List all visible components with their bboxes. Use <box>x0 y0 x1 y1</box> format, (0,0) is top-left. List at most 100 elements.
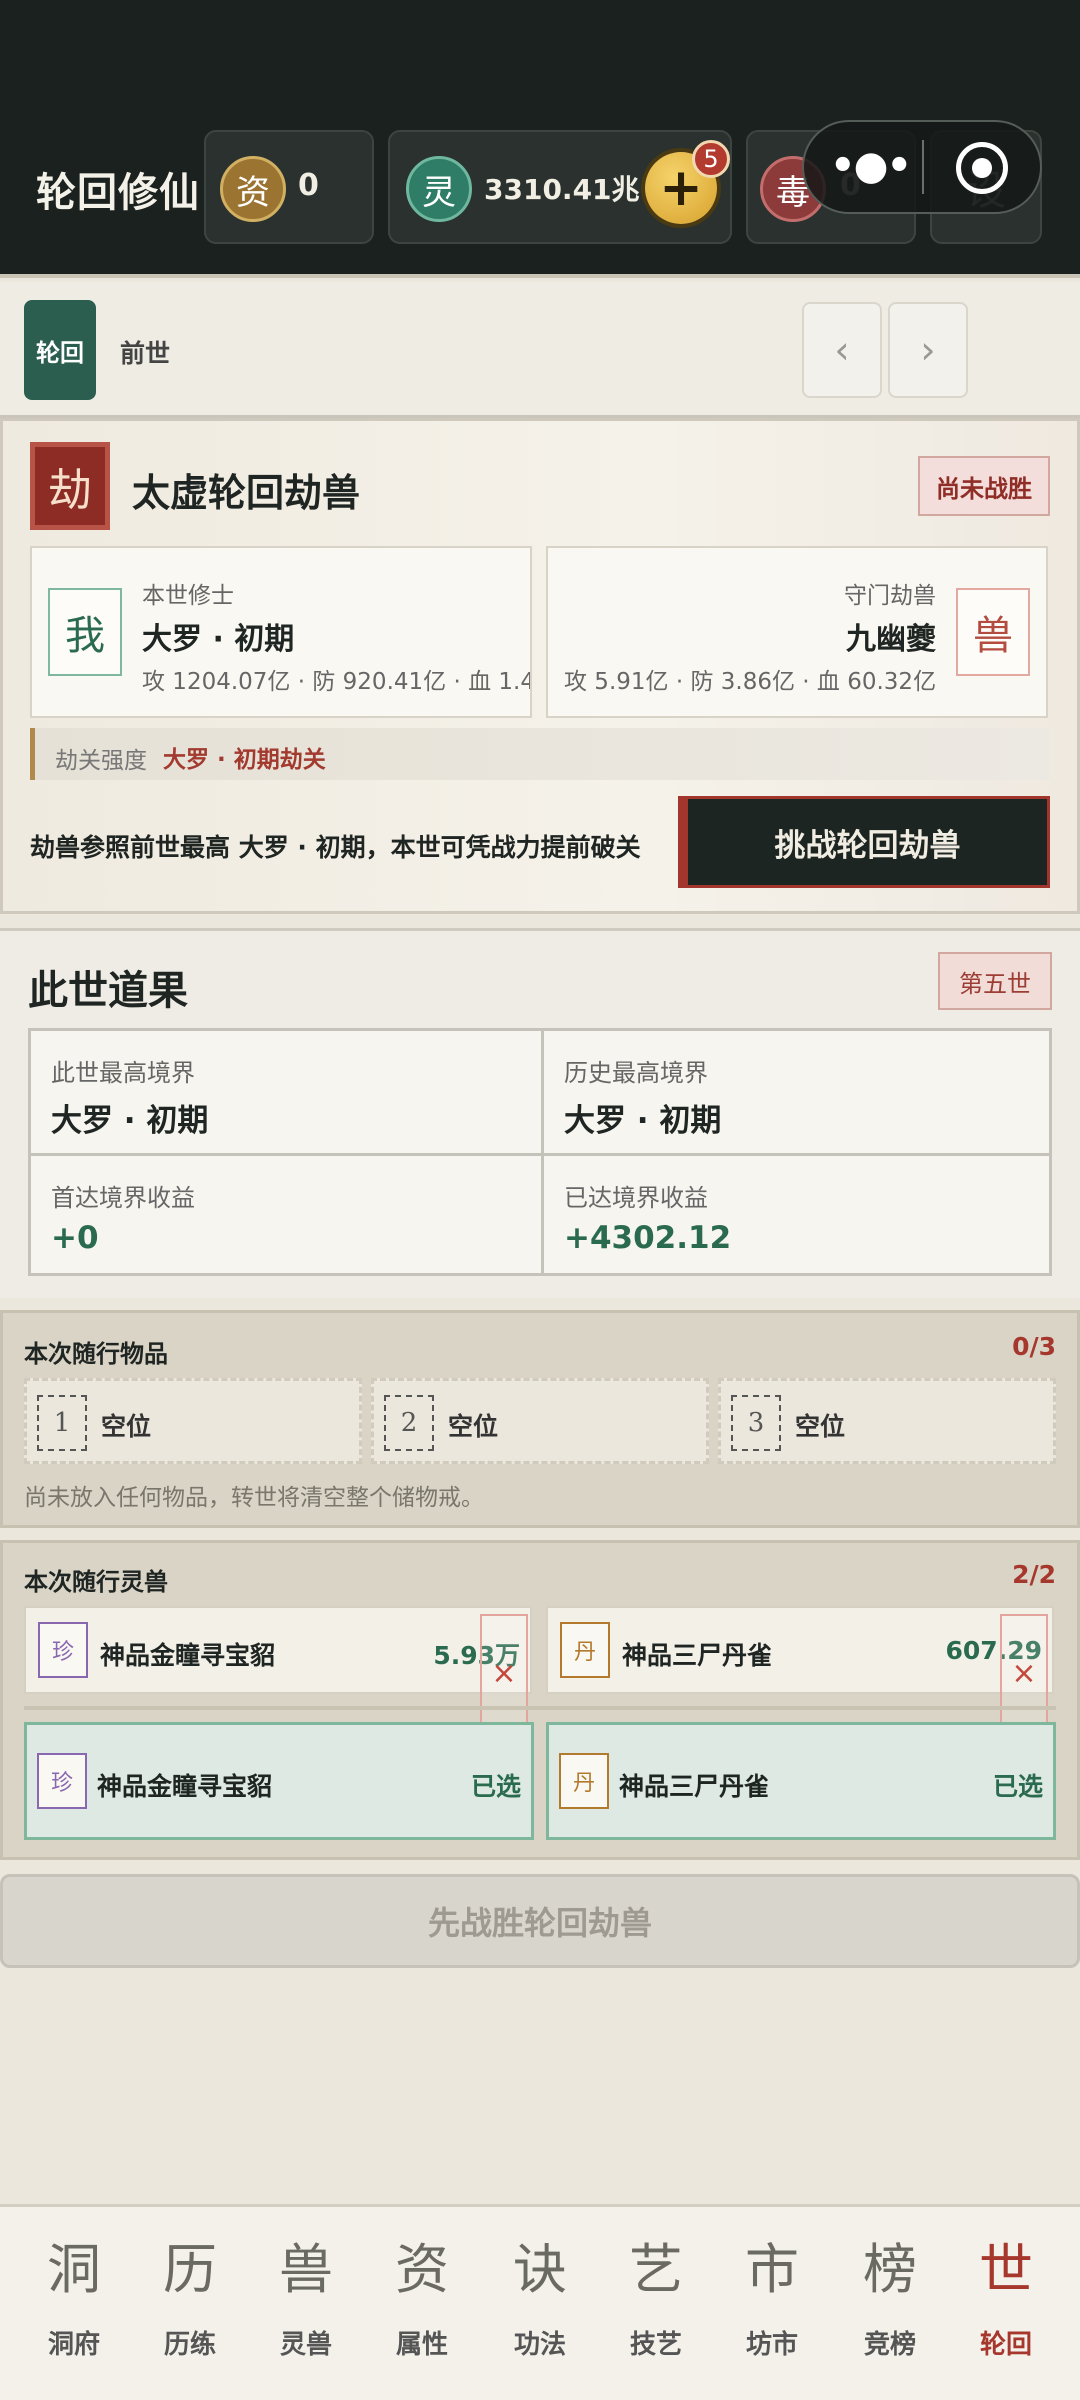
nav-item-lilian[interactable]: 历 历练 <box>132 2238 248 2378</box>
dao-cell-reached-reward: 已达境界收益 +4302.12 <box>544 1156 1054 1278</box>
era-badge: 第五世 <box>938 952 1052 1010</box>
dongfu-icon: 洞 <box>47 2238 101 2301</box>
grid-divider <box>541 1031 544 1273</box>
pets-title: 本次随行灵兽 <box>24 1568 168 1596</box>
pet-name: 神品金瞳寻宝貂 <box>97 1772 273 1801</box>
zi-value: 0 <box>298 168 319 203</box>
remove-pet-button[interactable]: × <box>480 1614 528 1732</box>
dao-cell-label: 首达境界收益 <box>51 1184 195 1212</box>
slot-number: 2 <box>384 1395 434 1451</box>
pet-rarity-icon: 珍 <box>38 1622 88 1678</box>
nav-label: 历练 <box>163 2330 216 2360</box>
enemy-stats: 攻 5.91亿 · 防 3.86亿 · 血 60.32亿 <box>564 669 937 695</box>
dao-cell-current-max: 此世最高境界 大罗 · 初期 <box>31 1031 541 1153</box>
dao-title: 此世道果 <box>28 968 188 1014</box>
grid-divider <box>31 1153 1049 1156</box>
pet-selected-state: 已选 <box>992 1772 1043 1801</box>
beast-seal-icon: 劫 <box>30 442 110 530</box>
nav-label: 坊市 <box>745 2330 798 2360</box>
nav-item-lunhui[interactable]: 世 轮回 <box>948 2238 1064 2378</box>
gongfa-icon: 诀 <box>513 2238 567 2301</box>
dao-cell-value: +4302.12 <box>564 1220 732 1256</box>
resource-zi[interactable]: 资 0 <box>204 130 374 244</box>
nav-label: 功法 <box>513 2330 566 2360</box>
pet-rarity-icon: 珍 <box>37 1753 87 1809</box>
player-stats: 攻 1204.07亿 · 防 920.41亿 · 血 1.49 <box>142 669 532 695</box>
ling-value: 3310.41兆 <box>484 173 640 206</box>
remove-pet-button[interactable]: × <box>1000 1614 1048 1732</box>
capsule-divider <box>922 140 924 194</box>
player-role: 本世修士 <box>142 583 234 609</box>
items-title: 本次随行物品 <box>24 1340 168 1368</box>
nav-label: 洞府 <box>47 2330 100 2360</box>
beast-title: 太虚轮回劫兽 <box>132 471 361 515</box>
tab-qianshi[interactable]: 前世 <box>120 334 170 370</box>
item-slot[interactable]: 1 空位 <box>24 1378 362 1464</box>
nav-item-shuxing[interactable]: 资 属性 <box>364 2238 480 2378</box>
lilian-icon: 历 <box>163 2238 217 2301</box>
reincarnate-button-disabled[interactable]: 先战胜轮回劫兽 <box>0 1874 1080 1968</box>
slot-label: 空位 <box>795 1412 846 1441</box>
pet-list-item[interactable]: 丹 神品三尸丹雀 607.29 <box>546 1606 1054 1694</box>
dao-cell-label: 此世最高境界 <box>51 1059 195 1087</box>
strength-bar: 劫关强度 大罗 · 初期劫关 <box>30 728 1050 780</box>
slot-number: 3 <box>731 1395 781 1451</box>
selected-pet-item[interactable]: 丹 神品三尸丹雀 已选 <box>546 1722 1056 1840</box>
pet-name: 神品金瞳寻宝貂 <box>100 1641 276 1670</box>
strength-value: 大罗 · 初期劫关 <box>163 747 326 773</box>
player-panel: 我 本世修士 大罗 · 初期 攻 1204.07亿 · 防 920.41亿 · … <box>30 546 532 718</box>
lunhui-icon: 世 <box>979 2238 1033 2301</box>
dao-cell-value: +0 <box>51 1220 99 1256</box>
enemy-role: 守门劫兽 <box>844 583 936 609</box>
pets-count: 2/2 <box>1012 1560 1056 1589</box>
challenge-button[interactable]: 挑战轮回劫兽 <box>678 796 1050 888</box>
zi-coin-icon: 资 <box>220 156 286 222</box>
nav-item-lingshou[interactable]: 兽 灵兽 <box>248 2238 364 2378</box>
enemy-seal-icon: 兽 <box>956 588 1030 676</box>
tab-lunhui[interactable]: 轮回 <box>24 300 96 400</box>
pets-divider <box>24 1706 1056 1710</box>
pet-list-item[interactable]: 珍 神品金瞳寻宝貂 5.93万 <box>24 1606 532 1694</box>
prev-arrow-icon[interactable]: ‹ <box>802 302 882 398</box>
fangshi-icon: 市 <box>745 2238 799 2301</box>
item-slot[interactable]: 2 空位 <box>371 1378 709 1464</box>
pet-rarity-icon: 丹 <box>560 1622 610 1678</box>
nav-label: 竞榜 <box>863 2330 916 2360</box>
slot-label: 空位 <box>101 1412 152 1441</box>
item-slot[interactable]: 3 空位 <box>718 1378 1056 1464</box>
nav-label: 技艺 <box>629 2330 682 2360</box>
nav-item-fangshi[interactable]: 市 坊市 <box>714 2238 830 2378</box>
jingbang-icon: 榜 <box>863 2238 917 2301</box>
dao-cell-label: 已达境界收益 <box>564 1184 708 1212</box>
player-name: 大罗 · 初期 <box>142 622 295 657</box>
items-count: 0/3 <box>1012 1332 1056 1361</box>
pet-rarity-icon: 丹 <box>559 1753 609 1809</box>
player-seal-icon: 我 <box>48 588 122 676</box>
dao-cell-value: 大罗 · 初期 <box>51 1103 209 1139</box>
enemy-name: 九幽夔 <box>846 622 936 657</box>
nav-item-dongfu[interactable]: 洞 洞府 <box>16 2238 132 2378</box>
notification-badge: 5 <box>692 140 730 178</box>
nav-item-jingbang[interactable]: 榜 竞榜 <box>832 2238 948 2378</box>
nav-label: 属性 <box>395 2330 448 2360</box>
slot-number: 1 <box>37 1395 87 1451</box>
dao-cell-history-max: 历史最高境界 大罗 · 初期 <box>544 1031 1054 1153</box>
beast-hint: 劫兽参照前世最高 大罗 · 初期，本世可凭战力提前破关 <box>30 833 641 862</box>
dao-grid: 此世最高境界 大罗 · 初期 历史最高境界 大罗 · 初期 首达境界收益 +0 … <box>28 1028 1052 1276</box>
more-dots-icon[interactable]: •●• <box>830 146 912 186</box>
app-title: 轮回修仙 <box>36 170 200 216</box>
pet-name: 神品三尸丹雀 <box>622 1641 773 1670</box>
shuxing-icon: 资 <box>395 2238 449 2301</box>
status-badge: 尚未战胜 <box>918 456 1050 516</box>
slot-label: 空位 <box>448 1412 499 1441</box>
dao-cell-value: 大罗 · 初期 <box>564 1103 722 1139</box>
lingshou-icon: 兽 <box>279 2238 333 2301</box>
close-target-icon[interactable] <box>956 142 1008 194</box>
selected-pet-item[interactable]: 珍 神品金瞳寻宝貂 已选 <box>24 1722 534 1840</box>
items-note: 尚未放入任何物品，转世将清空整个储物戒。 <box>24 1485 484 1511</box>
next-arrow-icon[interactable]: › <box>888 302 968 398</box>
nav-item-jiyi[interactable]: 艺 技艺 <box>598 2238 714 2378</box>
strength-label: 劫关强度 <box>55 748 147 774</box>
dao-cell-first-reward: 首达境界收益 +0 <box>31 1156 541 1278</box>
nav-item-gongfa[interactable]: 诀 功法 <box>482 2238 598 2378</box>
